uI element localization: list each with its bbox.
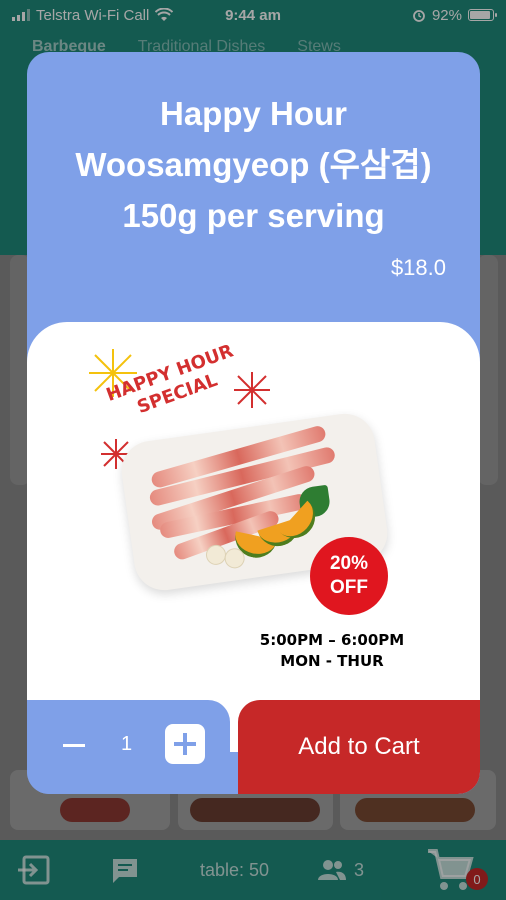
product-title: Happy Hour Woosamgyeop (우삼겹) 150g per se… [75, 95, 432, 234]
product-image: HAPPY HOUR SPECIAL 20% OFF 5:00PM – 6:00… [27, 322, 480, 752]
discount-percent: 20% [329, 553, 369, 574]
time-range: 5:00PM – 6:00PM [259, 631, 405, 649]
product-price: $18.0 [390, 255, 446, 280]
discount-off: OFF [330, 577, 368, 598]
happy-hour-times: 5:00PM – 6:00PM MON - THUR [247, 630, 417, 672]
days-range: MON - THUR [280, 652, 384, 670]
quantity-value: 1 [121, 733, 133, 755]
discount-badge: 20% OFF [310, 537, 388, 615]
add-to-cart-button[interactable]: Add to Cart [238, 700, 480, 794]
product-modal: Happy Hour Woosamgyeop (우삼겹) 150g per se… [27, 52, 480, 794]
increase-quantity-button[interactable] [165, 724, 205, 764]
quantity-stepper: 1 [27, 700, 230, 794]
decrease-quantity-button[interactable] [63, 744, 85, 747]
